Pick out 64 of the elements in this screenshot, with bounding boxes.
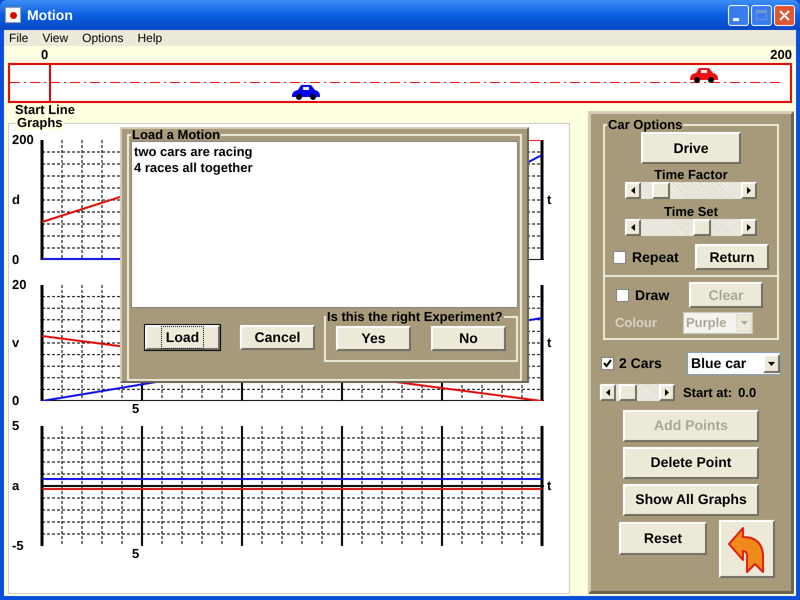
action-button[interactable]: Load [145,325,220,350]
slider-thumb[interactable] [652,182,670,199]
undo-button[interactable] [719,520,775,578]
axis-value: 200 [12,133,35,147]
action-button[interactable]: Yes [336,326,411,351]
axis-label: a [12,479,20,493]
car-icon [689,67,720,83]
axis-value: 5 [132,401,140,416]
app-icon [5,7,21,23]
group-title: Is this the right Experiment? [326,310,504,324]
axis-value: 5 [132,546,140,561]
action-button[interactable]: Drive [641,132,741,164]
field-label: Colour [615,314,657,332]
checkbox[interactable] [601,357,614,370]
scroll-slider[interactable] [600,384,675,402]
ruler-label: 0 [41,46,48,63]
action-button[interactable]: Reset [619,522,707,554]
slider-label: Time Factor [654,167,728,182]
action-button[interactable]: Return [695,244,769,270]
close-button[interactable] [774,4,795,26]
start-value: 0.0 [738,384,756,402]
action-button[interactable]: No [431,326,506,351]
axis-value: 5 [12,419,20,433]
menu-item[interactable]: View [42,29,68,47]
action-button[interactable]: Show All Graphs [623,484,759,516]
slider-label: Time Set [664,204,718,219]
window-title: Motion [27,6,73,24]
axis-value: 0 [12,253,20,267]
group-title: Graphs [16,116,64,130]
car-dropdown[interactable]: Blue car [687,352,781,375]
dialog-title: Load a Motion [131,129,222,141]
scroll-slider[interactable] [625,182,757,199]
minimize-button[interactable] [728,4,749,26]
axis-label: t [547,477,552,496]
axis-label: d [12,193,21,207]
axis-label: t [547,191,552,210]
menu-item[interactable]: File [9,29,28,47]
slider-thumb[interactable] [693,219,712,236]
slider-thumb[interactable] [618,384,636,402]
checkbox[interactable] [616,288,629,302]
checkbox-label: Repeat [632,248,679,267]
scroll-slider[interactable] [625,219,757,236]
axis-value: 20 [12,278,28,292]
action-button[interactable]: Delete Point [623,446,759,478]
axis-value: -5 [12,539,25,553]
checkbox-label: 2 Cars [619,354,662,373]
axis-value: 0 [12,394,20,408]
action-button[interactable]: Cancel [240,325,315,350]
group-title: Car Options [607,118,684,132]
close-icon [779,10,790,20]
menu-item[interactable]: Help [138,29,162,47]
maximize-icon [756,10,767,20]
car-icon [291,84,322,100]
checkbox-label: Draw [635,286,670,304]
axis-label: v [12,336,20,350]
maximize-button[interactable] [751,4,772,26]
checkbox[interactable] [613,250,626,264]
minimize-icon [733,18,739,20]
ruler-label: 200 [770,46,792,63]
start-label: Start at: [683,384,732,402]
axis-label: t [547,334,552,352]
menu-item[interactable]: Options [82,29,124,47]
description-field[interactable]: two cars are racing 4 races all together [131,141,518,308]
start-line-label: Start Line [14,103,76,117]
